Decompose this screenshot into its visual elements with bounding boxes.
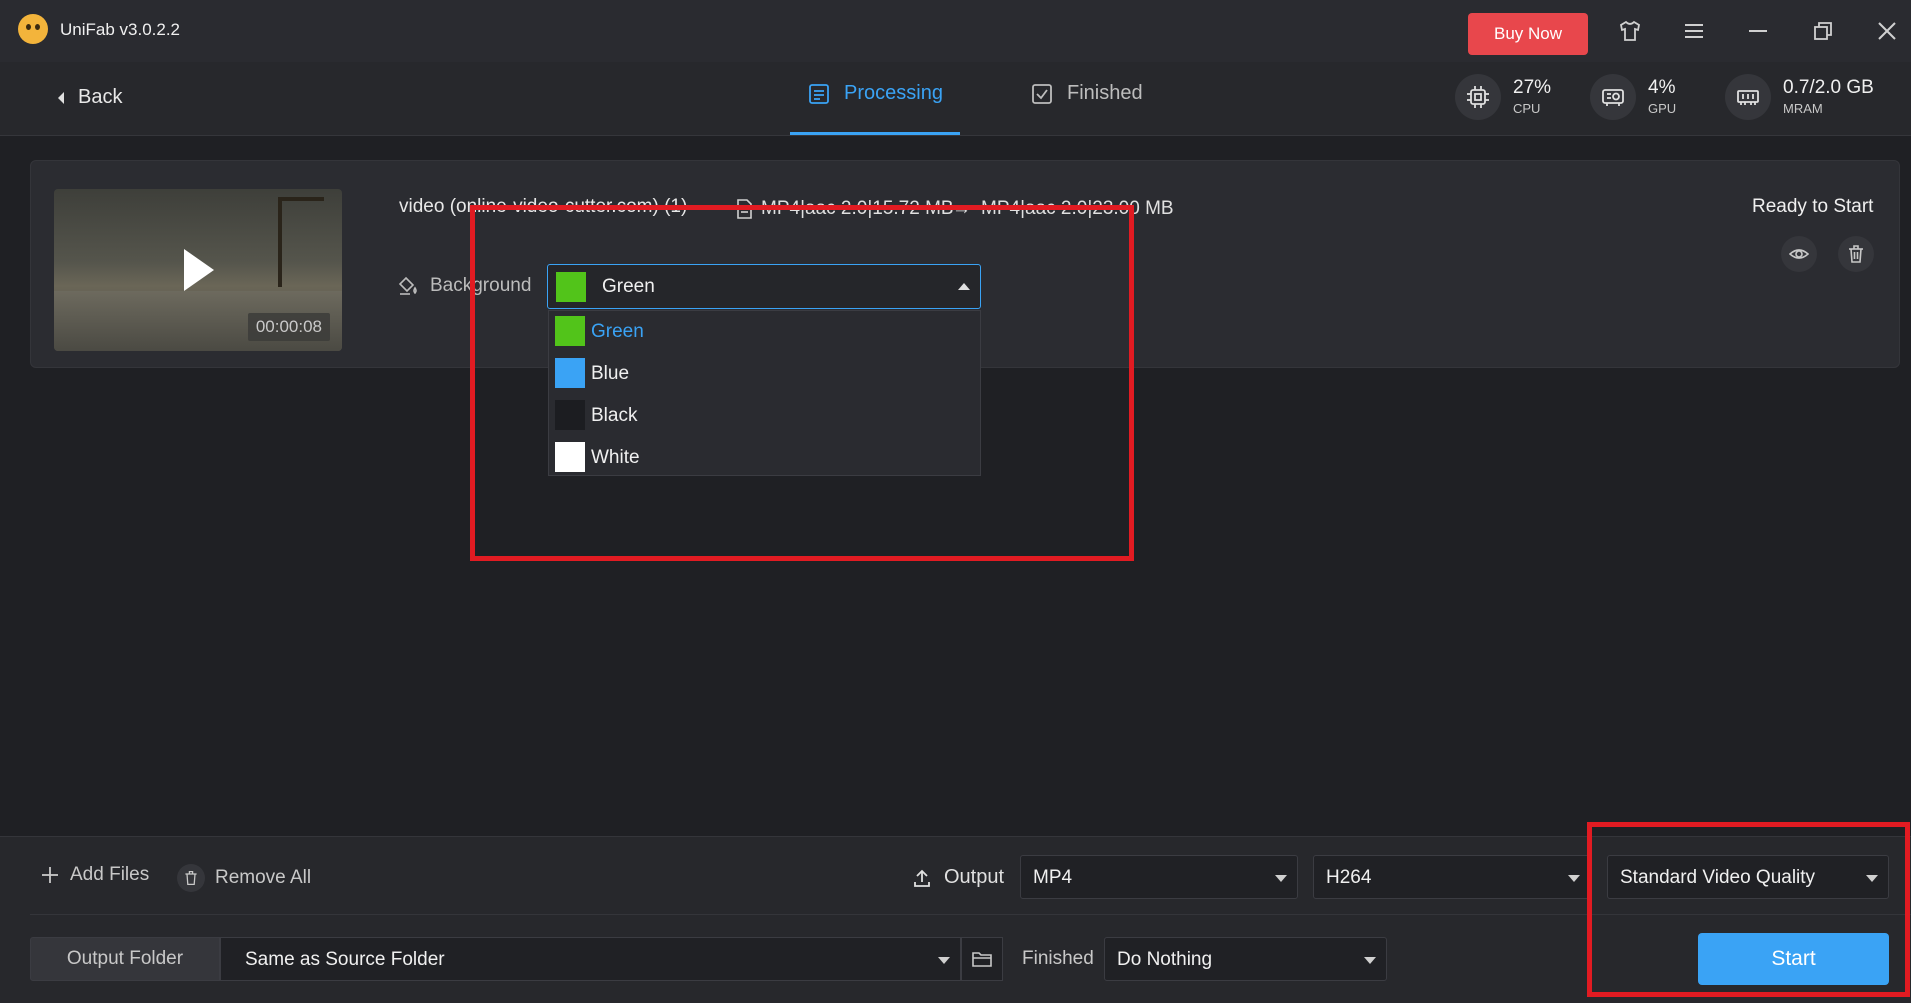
checkbox-icon	[1032, 83, 1052, 104]
play-icon[interactable]	[184, 249, 214, 291]
annotation-box-dropdown	[470, 205, 1134, 561]
finished-label: Finished	[1022, 948, 1094, 969]
trash-icon	[177, 864, 205, 892]
cpu-value: 27%	[1513, 77, 1552, 98]
remove-all-label: Remove All	[215, 867, 312, 888]
list-icon	[809, 83, 829, 104]
preview-button[interactable]	[1781, 236, 1817, 272]
gpu-icon	[1590, 74, 1636, 120]
tab-finished-label: Finished	[1067, 82, 1143, 104]
trash-icon	[1849, 245, 1863, 263]
upload-icon	[914, 869, 930, 887]
restore-icon[interactable]	[1810, 18, 1836, 44]
annotation-box-start	[1587, 822, 1910, 997]
gpu-value: 4%	[1648, 77, 1676, 98]
remove-all-button[interactable]: Remove All	[177, 864, 311, 892]
mram-label: MRAM	[1783, 101, 1823, 116]
thumbnail-tree	[278, 197, 324, 287]
finished-action-value: Do Nothing	[1117, 949, 1213, 970]
shirt-icon[interactable]	[1617, 18, 1643, 44]
caret-down-icon	[1568, 875, 1580, 882]
memory-icon	[1725, 74, 1771, 120]
app-title: UniFab v3.0.2.2	[60, 20, 181, 39]
paint-bucket-icon	[398, 276, 417, 295]
mram-value: 0.7/2.0 GB	[1783, 77, 1874, 98]
output-folder-value: Same as Source Folder	[245, 949, 445, 970]
minimize-icon[interactable]	[1745, 18, 1771, 44]
output-label-text: Output	[944, 866, 1005, 888]
tab-processing-label: Processing	[844, 82, 943, 104]
header-nav: Back Processing Finished 27% CPU 4% GPU …	[0, 62, 1911, 136]
video-duration: 00:00:08	[247, 313, 330, 341]
output-folder-select[interactable]: Same as Source Folder	[220, 937, 961, 981]
buy-now-button[interactable]: Buy Now	[1468, 13, 1588, 55]
delete-task-button[interactable]	[1838, 236, 1874, 272]
tab-processing[interactable]: Processing	[808, 82, 943, 105]
cpu-label: CPU	[1513, 101, 1541, 116]
finished-action-select[interactable]: Do Nothing	[1104, 937, 1387, 981]
gpu-label: GPU	[1648, 101, 1677, 116]
app-logo-icon	[18, 14, 48, 44]
codec-value: H264	[1326, 867, 1372, 888]
gpu-stat: 4% GPU	[1590, 74, 1676, 120]
chevron-left-icon	[58, 91, 64, 104]
mram-stat: 0.7/2.0 GB MRAM	[1725, 74, 1874, 120]
menu-icon[interactable]	[1681, 18, 1707, 44]
eye-icon	[1789, 249, 1809, 259]
caret-down-icon	[938, 957, 950, 964]
caret-down-icon	[1275, 875, 1287, 882]
close-icon[interactable]	[1874, 18, 1900, 44]
back-label: Back	[78, 86, 123, 108]
tab-finished[interactable]: Finished	[1031, 82, 1143, 105]
codec-select[interactable]: H264	[1313, 855, 1591, 899]
cpu-icon	[1455, 74, 1501, 120]
task-status: Ready to Start	[1752, 196, 1874, 217]
active-tab-indicator	[790, 132, 960, 135]
back-button[interactable]: Back	[56, 86, 122, 109]
format-select[interactable]: MP4	[1020, 855, 1298, 899]
caret-down-icon	[1364, 957, 1376, 964]
output-folder-label: Output Folder	[30, 937, 220, 981]
browse-folder-button[interactable]	[961, 937, 1003, 981]
title-bar: UniFab v3.0.2.2 Buy Now	[0, 0, 1911, 62]
add-files-label: Add Files	[70, 864, 150, 885]
video-thumbnail[interactable]: 00:00:08	[54, 189, 342, 351]
output-label: Output	[912, 866, 1004, 889]
cpu-stat: 27% CPU	[1455, 74, 1551, 120]
format-value: MP4	[1033, 867, 1073, 888]
folder-icon	[972, 952, 992, 967]
add-files-button[interactable]: Add Files	[40, 864, 149, 886]
plus-icon	[42, 867, 58, 883]
